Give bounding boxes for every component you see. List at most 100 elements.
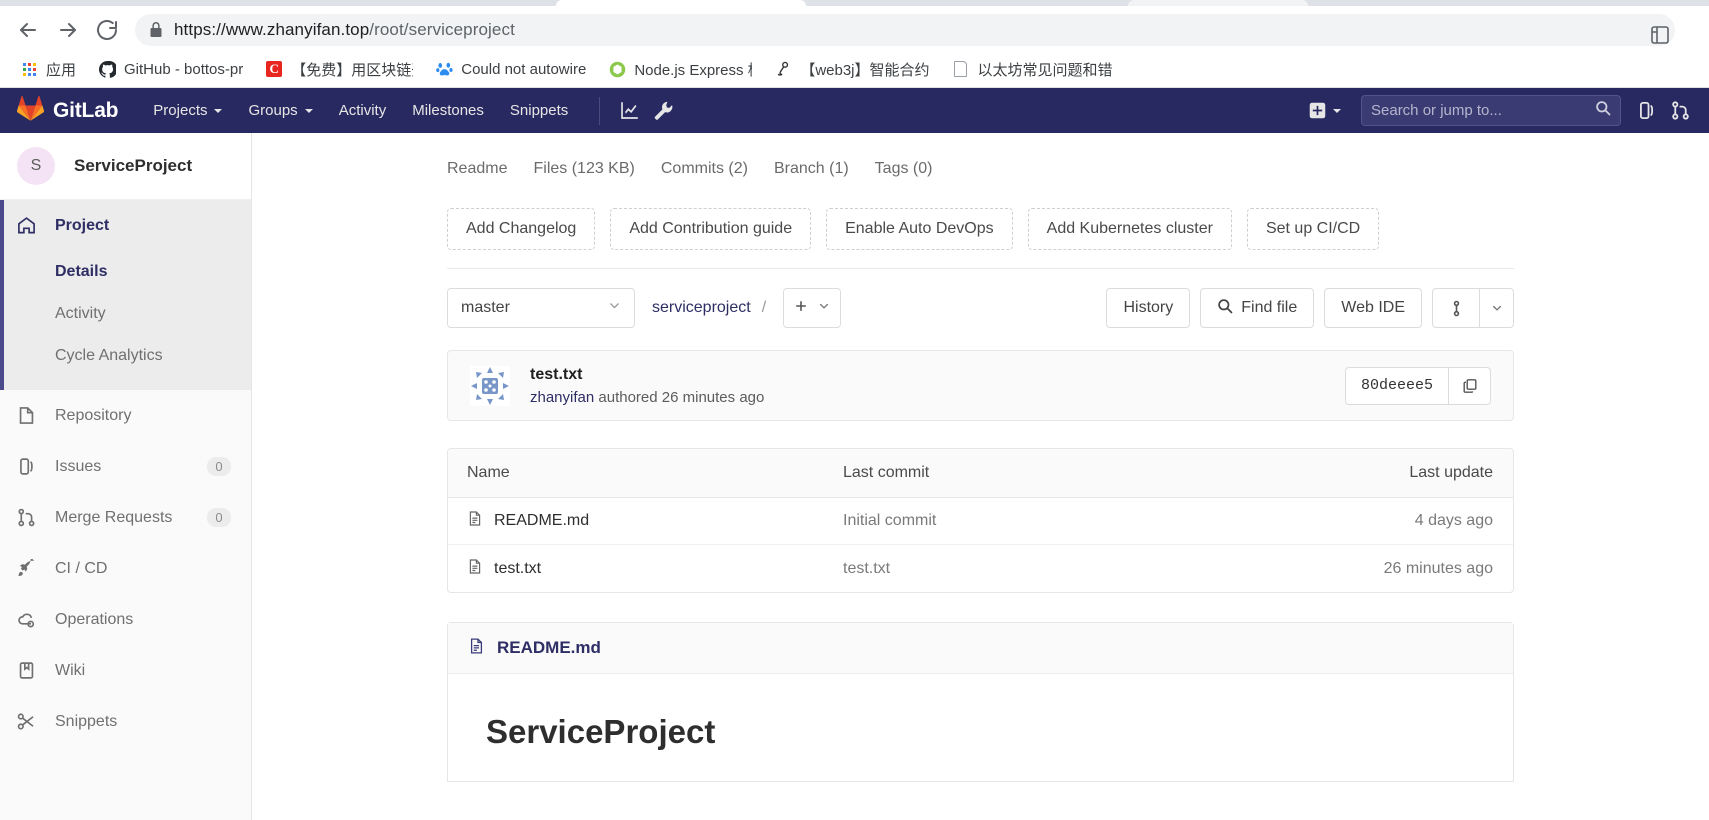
- repository-doc-icon: [17, 406, 38, 425]
- history-button[interactable]: History: [1106, 288, 1191, 328]
- rocket-icon: [17, 559, 38, 578]
- readme-heading: ServiceProject: [486, 713, 716, 750]
- file-last-update: 4 days ago: [1414, 512, 1493, 529]
- add-contribution-guide-button[interactable]: Add Contribution guide: [610, 208, 812, 250]
- tab-tags[interactable]: Tags (0): [875, 160, 933, 178]
- tab-files[interactable]: Files (123 KB): [533, 160, 634, 178]
- sidebar-item-cycle-analytics[interactable]: Cycle Analytics: [0, 335, 251, 377]
- file-icon: [467, 558, 483, 580]
- search-icon[interactable]: [1595, 100, 1611, 121]
- nav-item-activity[interactable]: Activity: [326, 88, 400, 133]
- search-input[interactable]: Search or jump to...: [1361, 95, 1621, 126]
- table-row[interactable]: test.txt test.txt 26 minutes ago: [448, 545, 1513, 592]
- set-up-ci-cd-button[interactable]: Set up CI/CD: [1246, 208, 1380, 250]
- sidebar-subnav-project: Details Activity Cycle Analytics: [0, 251, 251, 390]
- clone-dropdown: [1432, 288, 1514, 328]
- issues-icon[interactable]: [1629, 88, 1663, 133]
- download-clone-icon[interactable]: [1432, 288, 1480, 328]
- file-icon: [468, 637, 485, 660]
- file-name-cell[interactable]: README.md: [448, 510, 843, 532]
- gitlab-home-link[interactable]: GitLab: [16, 95, 118, 126]
- sidebar-item-repository[interactable]: Repository: [0, 390, 251, 441]
- nav-item-milestones[interactable]: Milestones: [399, 88, 497, 133]
- sidebar-item-project[interactable]: Project: [0, 200, 251, 251]
- tab-readme[interactable]: Readme: [447, 160, 507, 178]
- file-last-commit[interactable]: test.txt: [843, 560, 1258, 578]
- breadcrumb: serviceproject /: [652, 299, 777, 317]
- column-header-name: Name: [467, 464, 510, 481]
- readme-panel: README.md ServiceProject: [447, 622, 1514, 782]
- bookmark-label: 以太坊常见问题和错: [977, 61, 1113, 79]
- new-item-button[interactable]: [1299, 102, 1351, 119]
- merge-request-icon: [17, 508, 38, 527]
- search-icon: [1217, 298, 1233, 319]
- bookmark-web3j[interactable]: 【web3j】智能合约: [766, 55, 937, 83]
- csdn-c-icon: C: [265, 60, 283, 78]
- address-bar[interactable]: https://www.zhanyifan.top/root/servicepr…: [135, 14, 1675, 46]
- sidebar-item-details[interactable]: Details: [0, 251, 251, 293]
- url-text: https://www.zhanyifan.top/root/servicepr…: [174, 20, 515, 39]
- bookmark-baidu[interactable]: Could not autowire: [427, 55, 594, 83]
- clone-caret-icon[interactable]: [1480, 288, 1514, 328]
- setup-actions-row: Add Changelog Add Contribution guide Ena…: [252, 194, 1709, 250]
- sidebar-item-activity[interactable]: Activity: [0, 293, 251, 335]
- find-file-button[interactable]: Find file: [1200, 288, 1315, 328]
- admin-wrench-icon[interactable]: [646, 88, 680, 133]
- sidebar-item-label: CI / CD: [55, 559, 108, 577]
- gitlab-fox-logo: [16, 95, 45, 126]
- bookmark-csdn[interactable]: C 【免费】用区块链开: [257, 55, 421, 83]
- commit-sha[interactable]: 80deeee5: [1344, 366, 1449, 405]
- sidebar-item-wiki[interactable]: Wiki: [0, 645, 251, 696]
- add-to-tree-button[interactable]: [783, 288, 842, 328]
- file-name-cell[interactable]: test.txt: [448, 558, 843, 580]
- extension-icon[interactable]: [1649, 24, 1671, 46]
- bookmark-ethereum-faq[interactable]: 以太坊常见问题和错: [944, 55, 1121, 83]
- commit-author[interactable]: zhanyifan: [530, 389, 594, 406]
- bookmark-github[interactable]: GitHub - bottos-pr: [90, 55, 251, 83]
- sidebar-item-merge-requests[interactable]: Merge Requests 0: [0, 492, 251, 543]
- merge-request-icon[interactable]: [1663, 88, 1697, 133]
- bookmark-nodejs[interactable]: Node.js Express 框: [600, 55, 760, 83]
- chevron-down-icon: [304, 108, 313, 113]
- chevron-down-icon: [1333, 108, 1341, 113]
- nav-divider: [599, 96, 601, 125]
- sidebar-item-ci-cd[interactable]: CI / CD: [0, 543, 251, 594]
- enable-auto-devops-button[interactable]: Enable Auto DevOps: [826, 208, 1013, 250]
- anchor-icon: [774, 60, 792, 78]
- column-header-last-commit: Last commit: [843, 464, 930, 481]
- sidebar-project-header[interactable]: S ServiceProject: [0, 133, 251, 200]
- cloud-gear-icon: [17, 610, 38, 629]
- file-last-commit[interactable]: Initial commit: [843, 512, 1258, 530]
- search-placeholder: Search or jump to...: [1371, 102, 1502, 119]
- browser-toolbar: https://www.zhanyifan.top/root/servicepr…: [0, 6, 1709, 50]
- tab-branch[interactable]: Branch (1): [774, 160, 849, 178]
- readme-filename[interactable]: README.md: [497, 638, 601, 658]
- table-row[interactable]: README.md Initial commit 4 days ago: [448, 498, 1513, 545]
- file-icon: [467, 510, 483, 532]
- project-tabs: Readme Files (123 KB) Commits (2) Branch…: [252, 144, 1709, 194]
- nav-item-groups[interactable]: Groups: [235, 88, 325, 133]
- analytics-chart-icon[interactable]: [612, 88, 646, 133]
- branch-selector[interactable]: master: [447, 288, 635, 328]
- sidebar-item-operations[interactable]: Operations: [0, 594, 251, 645]
- sidebar-item-snippets[interactable]: Snippets: [0, 696, 251, 747]
- nav-item-projects[interactable]: Projects: [140, 88, 235, 133]
- add-kubernetes-cluster-button[interactable]: Add Kubernetes cluster: [1027, 208, 1232, 250]
- sidebar-item-label: Issues: [55, 457, 102, 475]
- sidebar-item-issues[interactable]: Issues 0: [0, 441, 251, 492]
- avatar: S: [17, 147, 55, 185]
- tab-commits[interactable]: Commits (2): [661, 160, 748, 178]
- reload-icon[interactable]: [95, 18, 119, 42]
- breadcrumb-root[interactable]: serviceproject: [652, 299, 751, 317]
- history-label: History: [1123, 299, 1174, 316]
- forward-icon[interactable]: [56, 18, 80, 42]
- readme-header: README.md: [448, 623, 1513, 674]
- commit-title[interactable]: test.txt: [530, 366, 764, 384]
- add-changelog-button[interactable]: Add Changelog: [447, 208, 596, 250]
- back-icon[interactable]: [16, 18, 40, 42]
- web-ide-button[interactable]: Web IDE: [1324, 288, 1422, 328]
- column-header-last-update: Last update: [1409, 464, 1493, 481]
- nav-item-snippets[interactable]: Snippets: [497, 88, 581, 133]
- bookmark-apps[interactable]: 应用: [12, 55, 84, 83]
- copy-icon[interactable]: [1449, 366, 1491, 405]
